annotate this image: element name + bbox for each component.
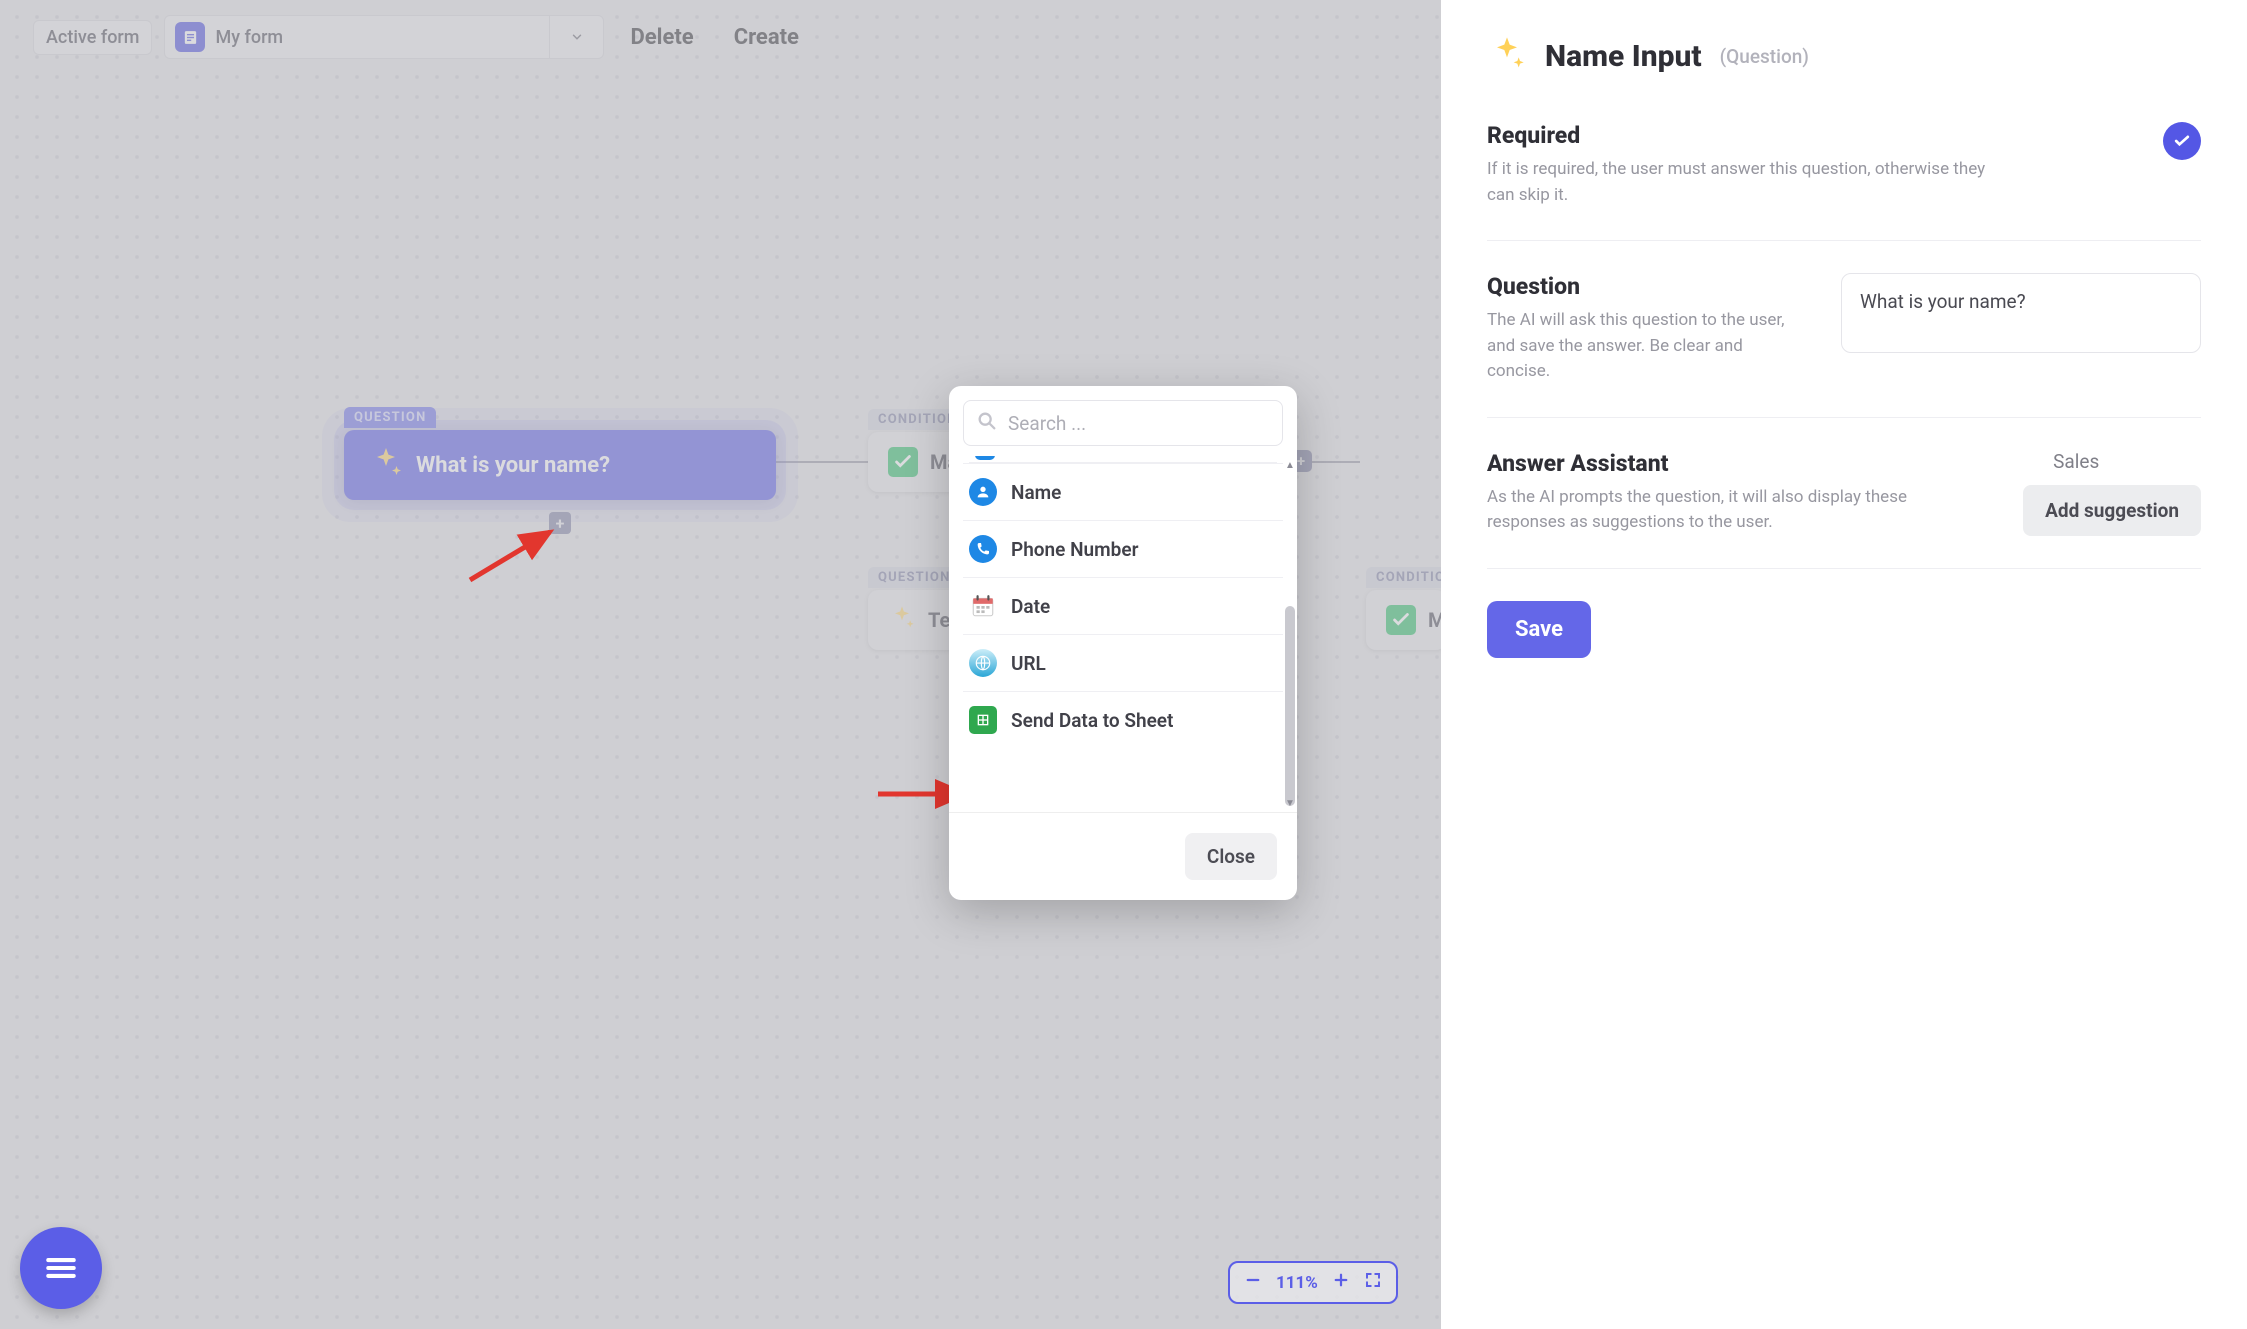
menu-fab[interactable] (20, 1227, 102, 1309)
option-name[interactable]: Name (963, 463, 1283, 520)
sparkle-icon (1487, 34, 1527, 78)
zoom-out-button[interactable] (1244, 1271, 1262, 1294)
calendar-icon (969, 592, 997, 620)
question-value: What is your name? (1860, 290, 2026, 313)
scroll-thumb[interactable] (1285, 606, 1295, 807)
section-desc: The AI will ask this question to the use… (1487, 308, 1801, 385)
hamburger-icon (42, 1249, 80, 1287)
search-icon (976, 410, 998, 436)
sheet-icon (969, 706, 997, 734)
scroll-up-icon[interactable]: ▲ (1285, 458, 1295, 472)
section-desc: As the AI prompts the question, it will … (1487, 485, 1983, 536)
option-label: Date (1011, 595, 1050, 618)
save-button[interactable]: Save (1487, 601, 1591, 658)
scrollbar[interactable]: ▲ ▼ (1285, 458, 1295, 810)
search-input-wrap[interactable] (963, 400, 1283, 446)
option-sheet[interactable]: Send Data to Sheet (963, 691, 1283, 748)
settings-panel: Name Input (Question) Required If it is … (1441, 0, 2247, 1329)
option-label: Phone Number (1011, 538, 1138, 561)
panel-subtitle: (Question) (1720, 45, 1809, 68)
globe-icon (969, 649, 997, 677)
canvas[interactable]: Active form My form Delete Create QUESTI… (0, 0, 1441, 1329)
panel-title: Name Input (1545, 39, 1702, 74)
user-icon (969, 478, 997, 506)
option-label: Send Data to Sheet (1011, 709, 1173, 732)
phone-icon (969, 535, 997, 563)
option-label: URL (1011, 652, 1046, 675)
required-toggle[interactable] (2163, 122, 2201, 160)
panel-header: Name Input (Question) (1487, 34, 2201, 78)
section-desc: If it is required, the user must answer … (1487, 157, 2007, 208)
node-type-modal: Name Phone Number Date (949, 386, 1297, 900)
section-title: Answer Assistant (1487, 450, 1983, 477)
zoom-in-button[interactable] (1332, 1271, 1350, 1294)
option-phone[interactable]: Phone Number (963, 520, 1283, 577)
question-input[interactable]: What is your name? (1841, 273, 2201, 353)
close-button[interactable]: Close (1185, 833, 1277, 880)
fullscreen-button[interactable] (1364, 1271, 1382, 1294)
scroll-down-icon[interactable]: ▼ (1285, 796, 1295, 810)
option-date[interactable]: Date (963, 577, 1283, 634)
search-input[interactable] (1008, 412, 1270, 435)
suggestion-item[interactable]: Sales (2023, 450, 2099, 473)
section-title: Required (1487, 122, 2123, 149)
zoom-level: 111% (1276, 1273, 1318, 1293)
check-icon (2172, 131, 2192, 151)
section-assistant: Answer Assistant As the AI prompts the q… (1487, 450, 2201, 569)
section-question: Question The AI will ask this question t… (1487, 273, 2201, 418)
section-title: Question (1487, 273, 1801, 300)
option-url[interactable]: URL (963, 634, 1283, 691)
section-required: Required If it is required, the user mus… (1487, 122, 2201, 241)
option-label: Name (1011, 481, 1061, 504)
modal-option-list: Name Phone Number Date (949, 456, 1297, 812)
add-suggestion-button[interactable]: Add suggestion (2023, 485, 2201, 536)
zoom-control: 111% (1228, 1261, 1398, 1304)
